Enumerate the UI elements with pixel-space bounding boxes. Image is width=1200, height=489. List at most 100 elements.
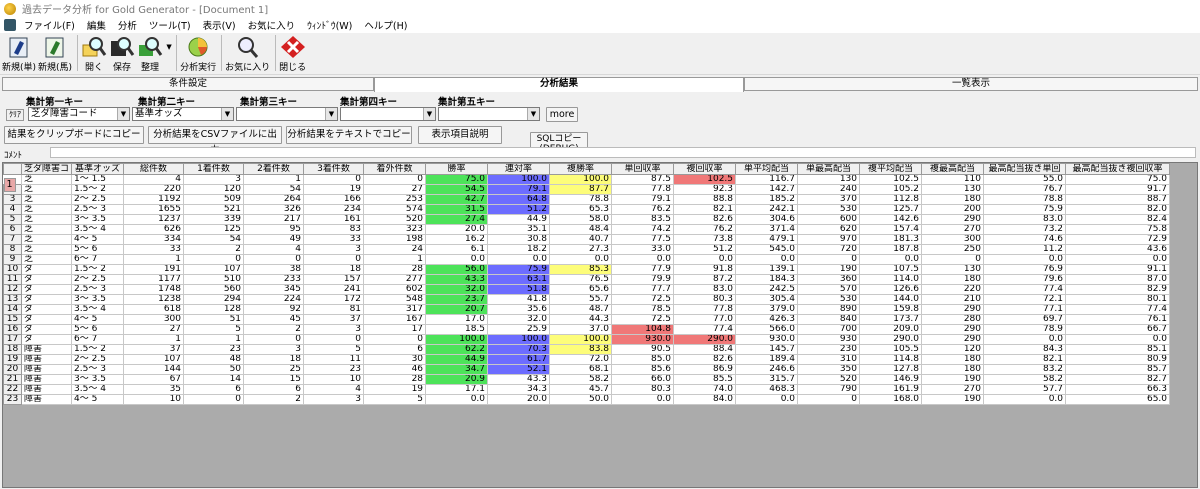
table-cell[interactable]: 34.7 xyxy=(425,364,489,375)
table-cell[interactable]: 85.1 xyxy=(1065,344,1171,355)
table-cell[interactable]: 180 xyxy=(921,354,985,365)
table-cell[interactable]: 88.7 xyxy=(1065,194,1171,205)
table-cell[interactable]: 57.7 xyxy=(983,384,1067,395)
table-cell[interactable]: 79.6 xyxy=(983,274,1067,285)
table-cell[interactable]: 28 xyxy=(363,264,427,275)
more-button[interactable]: more xyxy=(546,107,578,122)
table-cell[interactable]: 19 xyxy=(303,184,365,195)
table-cell[interactable]: 168.0 xyxy=(859,394,923,405)
table-cell[interactable]: 83.8 xyxy=(549,344,613,355)
table-cell[interactable]: 芝 xyxy=(20,224,73,235)
table-cell[interactable]: 18 xyxy=(303,264,365,275)
key3-select[interactable]: ▼ xyxy=(236,107,338,121)
table-cell[interactable]: 58.2 xyxy=(983,374,1067,385)
table-cell[interactable]: 570 xyxy=(797,284,861,295)
table-cell[interactable]: 17 xyxy=(363,324,427,335)
table-cell[interactable]: 190 xyxy=(921,394,985,405)
table-cell[interactable]: ダ xyxy=(20,334,73,345)
table-cell[interactable]: 3～ 3.5 xyxy=(71,294,125,305)
tab-conditions[interactable]: 条件設定 xyxy=(2,77,374,91)
table-cell[interactable]: 80.3 xyxy=(611,384,675,395)
table-cell[interactable]: 56.0 xyxy=(425,264,489,275)
table-cell[interactable]: 80.1 xyxy=(1065,294,1171,305)
column-header[interactable]: 単平均配当 xyxy=(735,163,799,175)
table-cell[interactable]: 240 xyxy=(797,184,861,195)
table-cell[interactable]: 0.0 xyxy=(983,254,1067,265)
table-cell[interactable]: 87.5 xyxy=(611,174,675,185)
table-cell[interactable]: 46 xyxy=(363,364,427,375)
table-cell[interactable]: 80.9 xyxy=(1065,354,1171,365)
table-cell[interactable]: 1237 xyxy=(123,214,185,225)
row-number[interactable]: 14 xyxy=(3,304,22,315)
table-cell[interactable]: 85.7 xyxy=(1065,364,1171,375)
column-header[interactable]: 3着件数 xyxy=(303,163,365,175)
table-cell[interactable]: 49 xyxy=(243,234,305,245)
table-cell[interactable]: 326 xyxy=(243,204,305,215)
table-cell[interactable]: 191 xyxy=(123,264,185,275)
comment-input[interactable] xyxy=(50,147,1196,158)
table-cell[interactable]: 184.3 xyxy=(735,274,799,285)
table-cell[interactable]: 76.7 xyxy=(983,184,1067,195)
table-cell[interactable]: 190 xyxy=(921,374,985,385)
table-cell[interactable]: 23.7 xyxy=(425,294,489,305)
table-cell[interactable]: 0.0 xyxy=(1065,334,1171,345)
table-cell[interactable]: 1655 xyxy=(123,204,185,215)
table-cell[interactable]: 61.7 xyxy=(487,354,551,365)
menu-help[interactable]: ヘルプ(H) xyxy=(364,18,407,32)
table-cell[interactable]: 930.0 xyxy=(735,334,799,345)
table-cell[interactable]: 220 xyxy=(921,284,985,295)
table-cell[interactable]: 73.2 xyxy=(983,224,1067,235)
table-cell[interactable]: 63.1 xyxy=(487,274,551,285)
table-cell[interactable]: 芝 xyxy=(20,234,73,245)
table-cell[interactable]: 144.0 xyxy=(859,294,923,305)
table-cell[interactable]: 4～ 5 xyxy=(71,394,125,405)
table-row[interactable]: 23 障害 4～ 5 10 0 2 3 5 0.0 20.0 50.0 0.0 84.0 0.0 0 168.… xyxy=(3,394,1171,405)
table-cell[interactable]: 379.0 xyxy=(735,304,799,315)
table-cell[interactable]: 167 xyxy=(363,314,427,325)
table-cell[interactable]: 2.5～ 3 xyxy=(71,204,125,215)
table-cell[interactable]: 74.2 xyxy=(611,224,675,235)
table-cell[interactable]: 310 xyxy=(797,354,861,365)
table-cell[interactable]: 芝 xyxy=(20,254,73,265)
row-number[interactable]: 16 xyxy=(3,324,22,335)
table-cell[interactable]: 芝 xyxy=(20,194,73,205)
table-cell[interactable]: 43.6 xyxy=(1065,244,1171,255)
row-number[interactable]: 20 xyxy=(3,364,22,375)
table-cell[interactable]: 290 xyxy=(921,304,985,315)
table-cell[interactable]: 35.6 xyxy=(487,304,551,315)
table-cell[interactable]: 100.0 xyxy=(487,174,551,185)
table-cell[interactable]: 224 xyxy=(243,294,305,305)
table-cell[interactable]: 23 xyxy=(183,344,245,355)
table-cell[interactable]: 43.3 xyxy=(425,274,489,285)
table-cell[interactable]: 125 xyxy=(183,224,245,235)
table-cell[interactable]: 5～ 6 xyxy=(71,324,125,335)
table-cell[interactable]: 77.9 xyxy=(611,264,675,275)
new-horse-button[interactable]: 新規(馬) xyxy=(38,35,72,73)
table-cell[interactable]: 560 xyxy=(183,284,245,295)
table-cell[interactable]: 602 xyxy=(363,284,427,295)
table-cell[interactable]: 181.3 xyxy=(859,234,923,245)
table-cell[interactable]: 82.6 xyxy=(673,354,737,365)
table-cell[interactable]: 100.0 xyxy=(487,334,551,345)
table-cell[interactable]: 277 xyxy=(363,274,427,285)
row-number[interactable]: 13 xyxy=(3,294,22,305)
table-cell[interactable]: 芝 xyxy=(20,214,73,225)
close-button[interactable]: 閉じる xyxy=(279,35,306,73)
table-cell[interactable]: 157.4 xyxy=(859,224,923,235)
table-cell[interactable]: 112.8 xyxy=(859,194,923,205)
table-cell[interactable]: 100.0 xyxy=(549,334,613,345)
table-cell[interactable]: 545.0 xyxy=(735,244,799,255)
table-cell[interactable]: 91.7 xyxy=(1065,184,1171,195)
table-cell[interactable]: 66.3 xyxy=(1065,384,1171,395)
table-cell[interactable]: 0 xyxy=(797,254,861,265)
table-cell[interactable]: 35.1 xyxy=(487,224,551,235)
table-cell[interactable]: 77.0 xyxy=(673,314,737,325)
table-cell[interactable]: 626 xyxy=(123,224,185,235)
table-row[interactable]: 15 ダ 4～ 5 300 51 45 37 167 17.0 32.0 44.3 72.5 77.0 4… xyxy=(3,314,1171,325)
table-cell[interactable]: 3.5～ 4 xyxy=(71,304,125,315)
table-cell[interactable]: 芝 xyxy=(20,174,73,185)
table-cell[interactable]: 81 xyxy=(303,304,365,315)
table-cell[interactable]: 14 xyxy=(183,374,245,385)
table-cell[interactable]: 161.9 xyxy=(859,384,923,395)
table-cell[interactable]: 1 xyxy=(183,334,245,345)
